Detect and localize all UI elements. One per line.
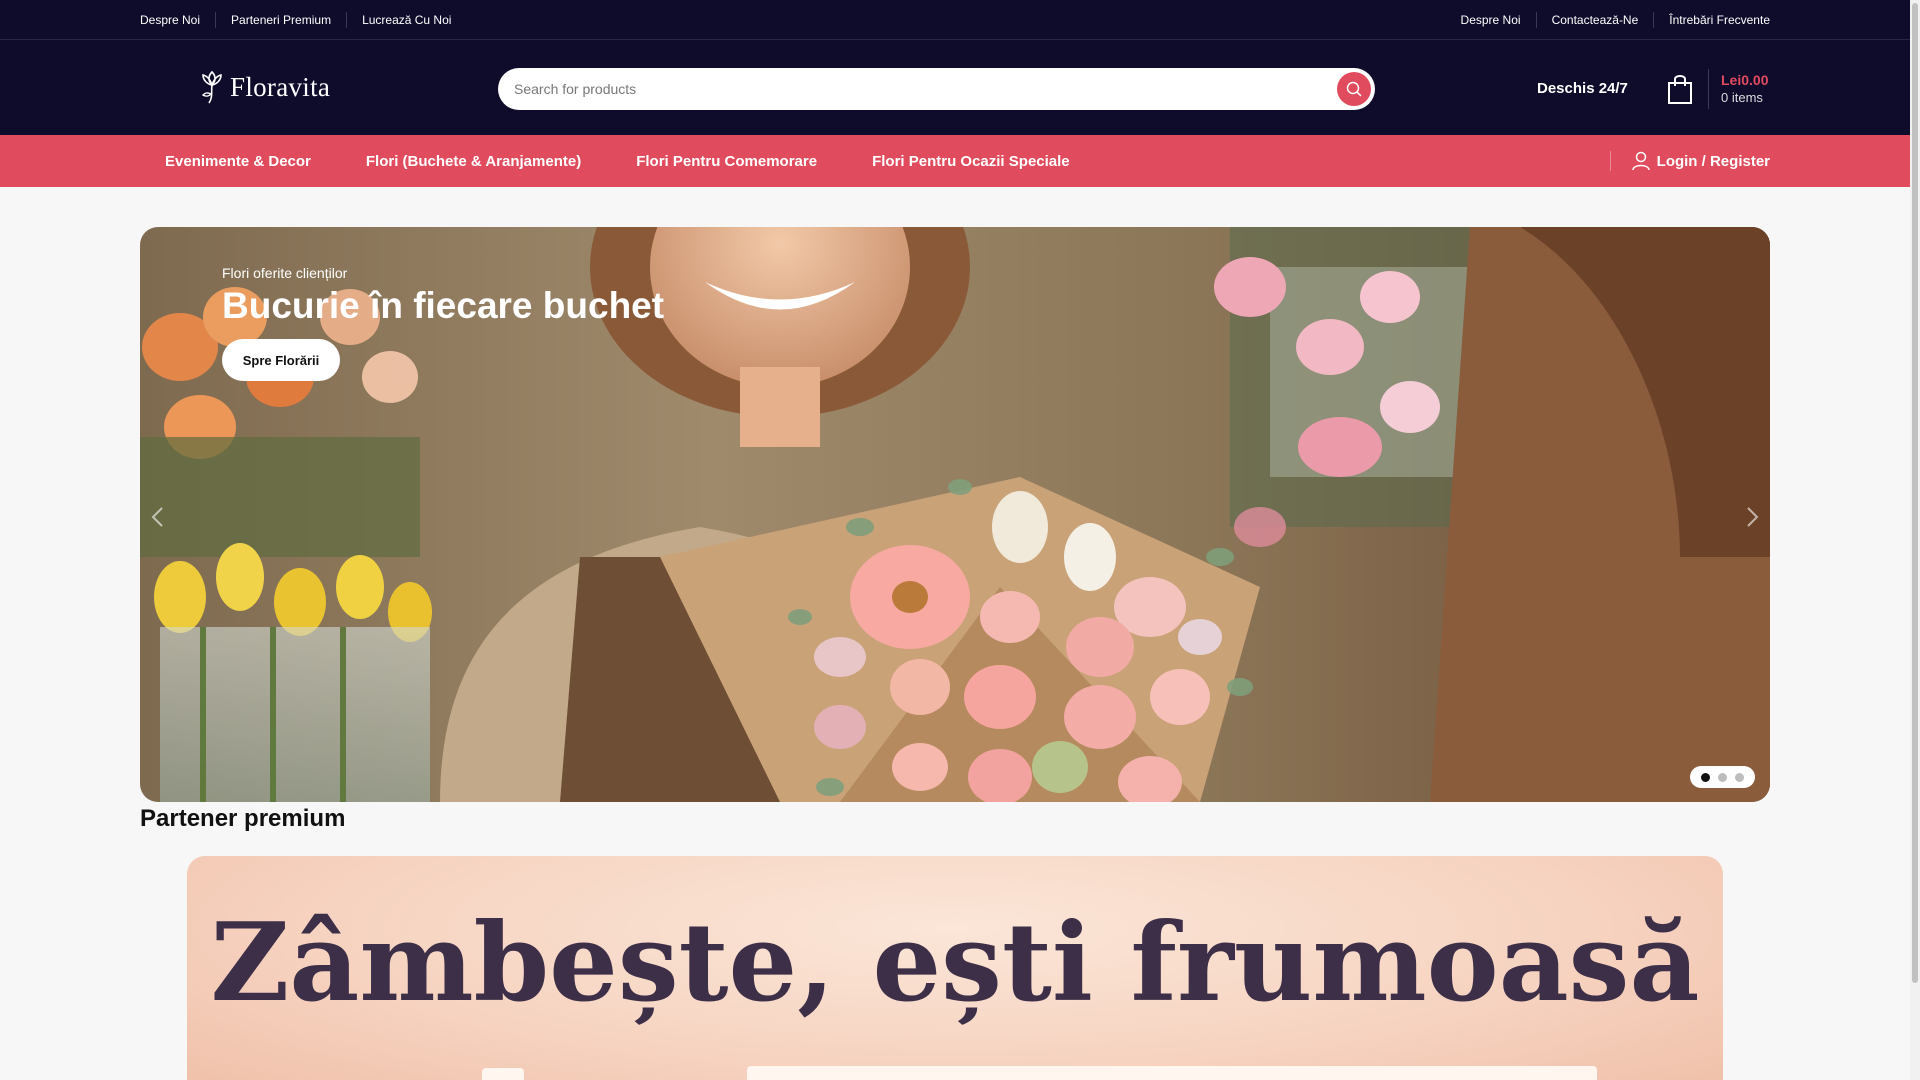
premium-partner-banner[interactable]: Zâmbește, ești frumoasă — [187, 856, 1723, 1080]
hero-cta-button[interactable]: Spre Florării — [222, 339, 340, 381]
top-link-about[interactable]: Despre Noi — [140, 12, 215, 28]
hero-slider[interactable]: Flori oferite clienților Bucurie în fiec… — [140, 227, 1770, 802]
cart-divider — [1708, 69, 1709, 109]
top-link-contact[interactable]: Contactează-Ne — [1535, 12, 1654, 28]
cart-item-count: 0 items — [1721, 90, 1763, 105]
page-scrollbar[interactable] — [1910, 0, 1920, 1080]
top-link-about-right[interactable]: Despre Noi — [1446, 12, 1536, 28]
premium-partner-heading: Partener premium — [140, 805, 346, 832]
flower-logo-icon — [201, 70, 222, 104]
cart-widget[interactable]: Lei0.00 0 items — [1666, 68, 1768, 110]
slider-dot-1[interactable] — [1701, 772, 1710, 782]
chevron-right-icon[interactable] — [1742, 505, 1762, 529]
cart-total: Lei0.00 — [1721, 72, 1769, 88]
logo[interactable]: Floravita — [198, 68, 330, 106]
slider-dot-2[interactable] — [1718, 772, 1727, 782]
main-menu: Evenimente & Decor Flori (Buchete & Aran… — [165, 135, 1125, 187]
nav-item-events-decor[interactable]: Evenimente & Decor — [165, 153, 311, 170]
search-icon — [1346, 81, 1362, 97]
login-divider — [1609, 151, 1611, 171]
logo-text: Floravita — [230, 71, 331, 102]
scrollbar-thumb[interactable] — [1912, 3, 1918, 983]
login-area: Login / Register — [1609, 135, 1770, 187]
shopping-bag-icon — [1668, 75, 1692, 104]
nav-item-memorial-flowers[interactable]: Flori Pentru Comemorare — [636, 153, 817, 170]
slider-dot-3[interactable] — [1735, 772, 1744, 782]
hero-kicker: Flori oferite clienților — [222, 265, 348, 281]
top-link-careers[interactable]: Lucrează Cu Noi — [346, 12, 466, 28]
page: Despre Noi Parteneri Premium Lucrează Cu… — [0, 0, 1910, 1080]
search-button[interactable] — [1337, 72, 1371, 106]
login-register-link[interactable]: Login / Register — [1657, 153, 1770, 170]
top-bar: Despre Noi Parteneri Premium Lucrează Cu… — [0, 0, 1910, 40]
main-header: Floravita Deschis 24/7 Lei0.00 0 items — [0, 40, 1910, 135]
opening-hours-label: Deschis 24/7 — [1537, 80, 1628, 97]
nav-item-flowers-bouquets[interactable]: Flori (Buchete & Aranjamente) — [366, 153, 581, 170]
user-icon[interactable] — [1631, 151, 1651, 171]
main-nav: Evenimente & Decor Flori (Buchete & Aran… — [0, 135, 1910, 187]
top-bar-left-links: Despre Noi Parteneri Premium Lucrează Cu… — [140, 0, 466, 40]
slider-pagination — [1690, 766, 1755, 788]
top-link-premium-partners[interactable]: Parteneri Premium — [215, 12, 346, 28]
chevron-left-icon[interactable] — [148, 505, 168, 529]
hero-title: Bucurie în fiecare buchet — [222, 285, 665, 326]
search-input[interactable] — [514, 68, 1294, 110]
nav-item-special-occasions[interactable]: Flori Pentru Ocazii Speciale — [872, 153, 1070, 170]
cart-info: Lei0.00 0 items — [1721, 71, 1768, 107]
top-link-faq[interactable]: Întrebări Frecvente — [1653, 12, 1770, 28]
promo-card — [747, 1066, 1597, 1080]
promo-card-small — [482, 1068, 524, 1080]
search-bar — [498, 68, 1375, 110]
top-bar-right-links: Despre Noi Contactează-Ne Întrebări Frec… — [1446, 0, 1770, 40]
promo-banner-text: Zâmbește, ești frumoasă — [210, 900, 1700, 1026]
